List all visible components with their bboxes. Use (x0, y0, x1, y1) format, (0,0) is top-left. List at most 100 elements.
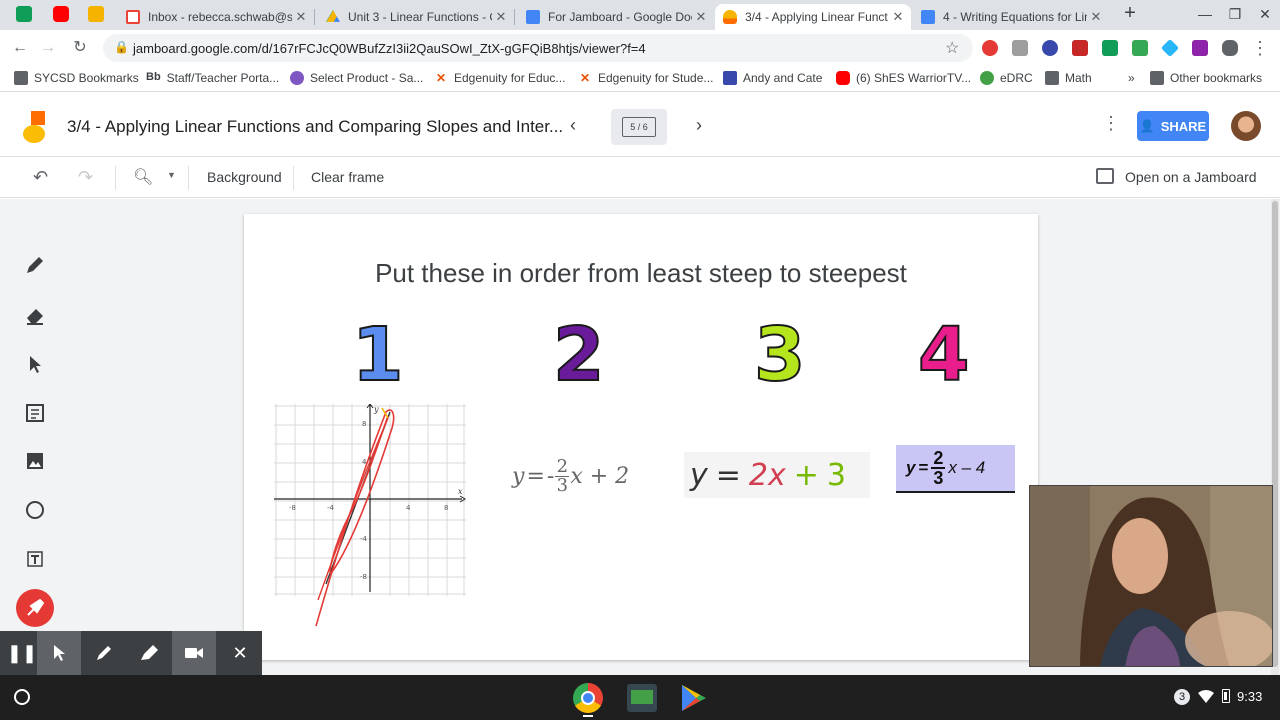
avatar[interactable] (1231, 111, 1261, 141)
play-store-icon[interactable] (680, 683, 708, 713)
share-button[interactable]: 👤 SHARE (1137, 111, 1209, 141)
tab-active-jamboard[interactable]: 3/4 - Applying Linear Funct ✕ (715, 4, 911, 30)
camera-icon[interactable] (172, 631, 216, 675)
next-frame-icon[interactable]: › (696, 115, 702, 136)
extension-icon[interactable] (1192, 40, 1208, 56)
address-bar[interactable]: 🔒 jamboard.google.com/d/167rFCJcQ0WBufZz… (103, 34, 973, 62)
close-tab-icon[interactable]: ✕ (889, 9, 907, 25)
redo-icon[interactable]: ↷ (78, 167, 93, 188)
tab-unit3[interactable]: Unit 3 - Linear Functions - G ✕ (318, 4, 514, 30)
extension-icon[interactable] (1132, 40, 1148, 56)
youtube-pinned-tab-icon[interactable] (53, 6, 69, 22)
close-tab-icon[interactable]: ✕ (692, 9, 710, 25)
equation-three[interactable]: y = 2x + 3 (684, 452, 870, 498)
graph-tick-y: 8 (362, 420, 366, 428)
graph-image[interactable]: -8 -4 4 8 8 4 -4 -8 x y (274, 404, 466, 628)
graph-y-axis-label: y (373, 405, 379, 414)
graph-tick-y: -8 (360, 573, 367, 581)
chrome-icon[interactable] (573, 683, 603, 713)
jam-frame[interactable]: Put these in order from least steep to s… (244, 214, 1038, 660)
extensions-puzzle-icon[interactable] (1222, 40, 1238, 56)
sheets-pinned-tab-icon[interactable] (16, 6, 32, 22)
number-three-sticker[interactable]: 3 (753, 311, 806, 399)
launcher-icon[interactable] (14, 689, 30, 705)
page-title[interactable]: 3/4 - Applying Linear Functions and Comp… (67, 117, 563, 137)
toolbar-divider (293, 166, 294, 190)
system-clock[interactable]: 9:33 (1237, 689, 1262, 704)
extension-icon[interactable] (1042, 40, 1058, 56)
bookmark-warriortv[interactable]: (6) ShES WarriorTV... (836, 71, 971, 85)
zoom-dropdown-icon[interactable]: ▼ (167, 170, 176, 180)
undo-icon[interactable]: ↶ (33, 167, 48, 188)
notification-count-badge[interactable]: 3 (1174, 689, 1190, 705)
number-one-sticker[interactable]: 1 (351, 311, 404, 399)
text-box-tool-icon[interactable] (22, 546, 48, 572)
extension-icon[interactable] (982, 40, 998, 56)
graph-tick-x: -8 (289, 504, 296, 512)
background-button[interactable]: Background (207, 169, 282, 185)
select-tool-icon[interactable] (22, 351, 48, 377)
bookmark-edgenuity-stude[interactable]: ✕ Edgenuity for Stude... (578, 71, 713, 85)
bookmark-star-icon[interactable]: ☆ (945, 38, 959, 58)
clear-frame-button[interactable]: Clear frame (311, 169, 384, 185)
bookmark-edgenuity-educ[interactable]: ✕ Edgenuity for Educ... (434, 71, 565, 85)
chrome-menu-icon[interactable]: ⋮ (1250, 38, 1270, 58)
bookmark-andy-cate[interactable]: Andy and Cate (723, 71, 822, 85)
equation-four[interactable]: y = 2 3 x – 4 (896, 445, 1015, 493)
restore-window-icon[interactable]: ❐ (1220, 6, 1250, 23)
tab-inbox[interactable]: Inbox - rebecca.schwab@sy ✕ (118, 4, 314, 30)
close-tab-icon[interactable]: ✕ (492, 9, 510, 25)
screencastify-icon[interactable] (627, 684, 657, 712)
forward-button[interactable]: → (38, 38, 58, 58)
back-button[interactable]: ← (10, 38, 30, 58)
frame-bar-toggle[interactable]: 5 / 6 (611, 109, 667, 145)
highlighter-icon[interactable] (127, 631, 171, 675)
battery-icon[interactable] (1222, 689, 1230, 703)
previous-frame-icon[interactable]: ‹ (570, 115, 576, 136)
image-tool-icon[interactable] (22, 448, 48, 474)
number-four-sticker[interactable]: 4 (917, 311, 970, 399)
eq2-denominator: 3 (556, 474, 569, 496)
extension-icon[interactable] (1102, 40, 1118, 56)
equation-two[interactable]: y = - 2 3 x + 2 (512, 444, 652, 508)
toolbar-divider (115, 166, 116, 190)
bookmark-edrc[interactable]: eDRC (980, 71, 1033, 85)
tab-jamboard-doc[interactable]: For Jamboard - Google Doc ✕ (518, 4, 714, 30)
bookmark-sycsd[interactable]: SYCSD Bookmarks (14, 71, 139, 85)
minimize-window-icon[interactable]: — (1190, 6, 1220, 22)
close-tab-icon[interactable]: ✕ (1087, 9, 1105, 25)
close-tab-icon[interactable]: ✕ (292, 9, 310, 25)
sticky-note-tool-icon[interactable] (22, 400, 48, 426)
pointer-icon[interactable] (37, 631, 81, 675)
bookmark-staff-portal[interactable]: Bb Staff/Teacher Porta... (146, 71, 279, 85)
tab-writing-equations[interactable]: 4 - Writing Equations for Lin ✕ (913, 4, 1109, 30)
drive-icon (326, 10, 340, 22)
jamboard-logo-icon (23, 111, 45, 143)
pen-tool-icon[interactable] (22, 252, 48, 278)
bookmarks-overflow-button[interactable]: » (1128, 71, 1135, 85)
number-two-sticker[interactable]: 2 (552, 311, 605, 399)
more-options-icon[interactable]: ⋮ (1102, 113, 1120, 134)
extension-icon[interactable] (1012, 40, 1028, 56)
blackboard-icon: Bb (146, 71, 161, 83)
wifi-icon[interactable] (1198, 690, 1214, 704)
bookmark-select-product[interactable]: Select Product - Sa... (290, 71, 423, 85)
extension-icon[interactable] (1072, 40, 1088, 56)
pen-icon[interactable] (82, 631, 126, 675)
toolbar-divider (188, 166, 189, 190)
new-tab-button[interactable]: + (1115, 2, 1145, 25)
slides-pinned-tab-icon[interactable] (88, 6, 104, 22)
other-bookmarks[interactable]: Other bookmarks (1150, 71, 1262, 85)
open-on-jamboard-button[interactable]: Open on a Jamboard (1125, 169, 1257, 185)
reload-button[interactable]: ↻ (70, 38, 90, 58)
jamboard-header: 3/4 - Applying Linear Functions and Comp… (0, 97, 1280, 157)
laser-tool-icon[interactable] (16, 589, 54, 627)
eraser-tool-icon[interactable] (22, 302, 48, 328)
close-recorder-icon[interactable]: ✕ (218, 631, 262, 675)
circle-tool-icon[interactable] (22, 497, 48, 523)
bookmark-math[interactable]: Math (1045, 71, 1092, 85)
extension-icon[interactable] (1160, 38, 1180, 58)
webcam-overlay[interactable] (1029, 485, 1273, 667)
close-window-icon[interactable]: ✕ (1250, 6, 1280, 23)
zoom-icon[interactable]: 🔍︎ (133, 167, 153, 187)
